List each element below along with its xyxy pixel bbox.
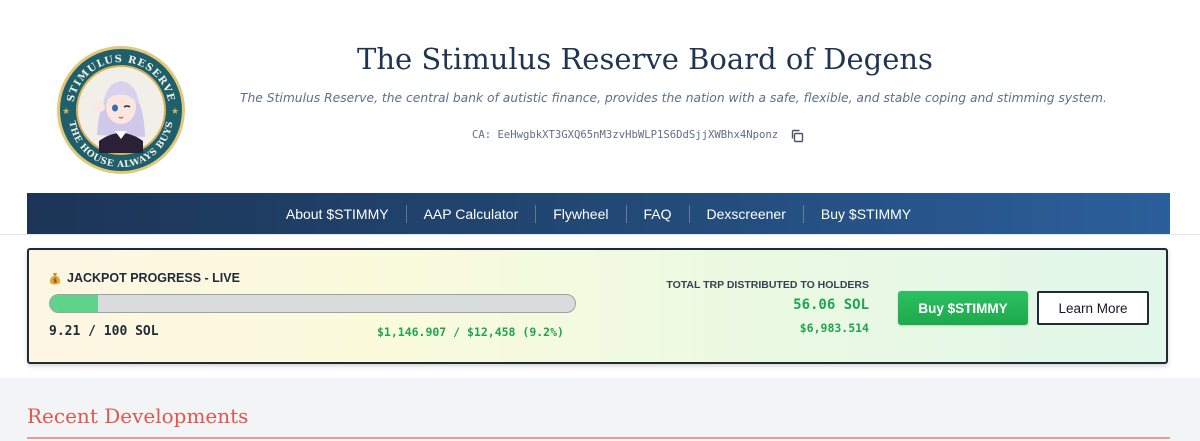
svg-text:★: ★ xyxy=(62,107,70,117)
svg-text:$: $ xyxy=(53,277,57,284)
page-subtitle: The Stimulus Reserve, the central bank o… xyxy=(240,91,1107,105)
learn-more-button[interactable]: Learn More xyxy=(1037,291,1149,325)
trp-usd-value: $6,983.514 xyxy=(799,321,869,335)
nav-buy[interactable]: Buy $STIMMY xyxy=(804,206,928,222)
jackpot-progress-bar xyxy=(49,294,576,313)
nav-divider-line xyxy=(0,234,1200,235)
nav-faq[interactable]: FAQ xyxy=(627,206,689,222)
site-header: STIMULUS RESERVE THE HOUSE ALWAYS BUYS ★… xyxy=(0,0,1200,193)
moneybag-icon: $ xyxy=(49,272,61,285)
buy-stimmy-button[interactable]: Buy $STIMMY xyxy=(898,291,1028,325)
jackpot-sol-progress: 9.21 / 100 SOL xyxy=(49,324,159,339)
nav-aap-calculator[interactable]: AAP Calculator xyxy=(407,206,536,222)
jackpot-progress-fill xyxy=(50,295,99,312)
nav-flywheel[interactable]: Flywheel xyxy=(536,206,625,222)
trp-sol-value: 56.06 SOL xyxy=(793,297,869,313)
reserve-seal-logo[interactable]: STIMULUS RESERVE THE HOUSE ALWAYS BUYS ★… xyxy=(41,45,201,175)
svg-text:★: ★ xyxy=(171,107,179,117)
copy-icon[interactable] xyxy=(790,128,804,143)
main-nav: About $STIMMY AAP Calculator Flywheel FA… xyxy=(27,193,1170,234)
jackpot-usd-progress: $1,146.907 / $12,458 (9.2%) xyxy=(377,325,564,339)
trp-label: TOTAL TRP DISTRIBUTED TO HOLDERS xyxy=(666,279,869,291)
nav-dexscreener[interactable]: Dexscreener xyxy=(690,206,803,222)
jackpot-title: $ JACKPOT PROGRESS - LIVE xyxy=(49,271,240,285)
recent-developments-underline xyxy=(27,437,1170,439)
recent-developments-heading: Recent Developments xyxy=(27,404,249,428)
page-title: The Stimulus Reserve Board of Degens xyxy=(357,42,933,76)
nav-about[interactable]: About $STIMMY xyxy=(269,206,406,222)
jackpot-card: $ JACKPOT PROGRESS - LIVE 9.21 / 100 SOL… xyxy=(27,248,1168,364)
contract-address[interactable]: CA: EeHwgbkXT3GXQ65nM3zvHbWLP1S6DdSjjXWB… xyxy=(472,129,778,141)
contract-address-row: CA: EeHwgbkXT3GXQ65nM3zvHbWLP1S6DdSjjXWB… xyxy=(472,127,804,143)
jackpot-title-text: JACKPOT PROGRESS - LIVE xyxy=(67,271,240,285)
